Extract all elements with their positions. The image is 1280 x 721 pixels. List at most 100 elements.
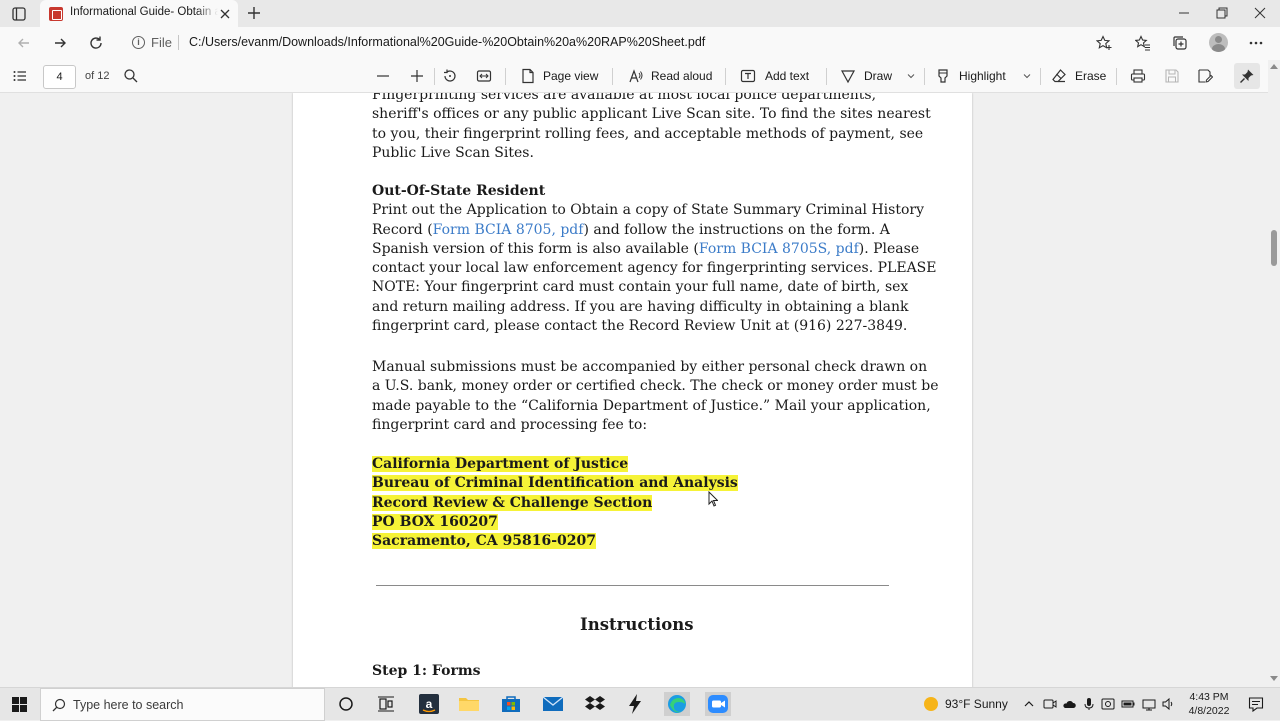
- scroll-down-icon[interactable]: [1270, 676, 1278, 682]
- chevron-down-icon[interactable]: [906, 71, 916, 81]
- vertical-scrollbar[interactable]: [1268, 60, 1280, 687]
- intro-paragraph: Fingerprinting services are available at…: [372, 93, 931, 163]
- read-aloud-icon[interactable]: [628, 68, 644, 84]
- onedrive-icon[interactable]: [1062, 697, 1076, 711]
- restore-icon[interactable]: [1215, 6, 1229, 20]
- file-explorer-icon[interactable]: [456, 692, 482, 716]
- refresh-icon[interactable]: [88, 35, 104, 51]
- draw-button[interactable]: Draw: [864, 69, 892, 83]
- close-icon[interactable]: [218, 7, 232, 21]
- divider: [1040, 68, 1041, 85]
- system-clock[interactable]: 4:43 PM 4/8/2022: [1183, 690, 1235, 718]
- draw-icon[interactable]: [840, 68, 856, 84]
- mailing-address: California Department of Justice Bureau …: [372, 455, 738, 551]
- out-of-state-section: Out-Of-State Resident Print out the Appl…: [372, 182, 937, 336]
- search-icon[interactable]: [123, 68, 139, 84]
- tab-actions-icon[interactable]: [10, 5, 28, 23]
- collections-icon[interactable]: [1172, 35, 1188, 51]
- meet-now-icon[interactable]: [1043, 697, 1057, 711]
- add-favorite-icon[interactable]: [1096, 35, 1112, 51]
- fit-to-width-icon[interactable]: [476, 68, 492, 84]
- highlighter-icon[interactable]: [935, 68, 951, 84]
- chevron-down-icon[interactable]: [1022, 71, 1032, 81]
- amazon-app-icon[interactable]: a: [416, 692, 442, 716]
- divider: [924, 68, 925, 85]
- more-options-icon[interactable]: [1248, 35, 1264, 51]
- address-bar: i File C:/Users/evanm/Downloads/Informat…: [0, 27, 1280, 60]
- back-icon[interactable]: [16, 35, 32, 51]
- mouse-cursor-icon: [708, 491, 718, 507]
- section-heading: Out-Of-State Resident: [372, 183, 546, 199]
- form-bcia-8705-link[interactable]: Form BCIA 8705, pdf: [433, 222, 584, 238]
- save-icon[interactable]: [1164, 68, 1180, 84]
- text-line: Spanish version of this form is also ava…: [372, 240, 920, 257]
- contents-list-icon[interactable]: [12, 68, 28, 84]
- horizontal-rule: [376, 585, 889, 586]
- profile-avatar[interactable]: [1209, 33, 1228, 52]
- page-count: of 12: [85, 70, 110, 82]
- browser-tab[interactable]: Informational Guide- Obtain a R: [40, 0, 238, 27]
- edge-browser-icon[interactable]: [664, 692, 690, 716]
- new-tab-icon[interactable]: [246, 5, 262, 21]
- form-bcia-8705s-link[interactable]: Form BCIA 8705S, pdf: [699, 241, 859, 257]
- site-info-icon[interactable]: i: [132, 36, 145, 49]
- page-view-icon[interactable]: [520, 68, 536, 84]
- microphone-icon[interactable]: [1082, 697, 1096, 711]
- clock-date: 4/8/2022: [1188, 705, 1230, 717]
- dropbox-icon[interactable]: [582, 692, 608, 716]
- volume-icon[interactable]: [1161, 697, 1175, 711]
- save-as-icon[interactable]: [1197, 68, 1213, 84]
- highlight-button[interactable]: Highlight: [959, 69, 1006, 83]
- microsoft-store-icon[interactable]: [498, 692, 524, 716]
- rotate-icon[interactable]: [442, 68, 458, 84]
- lightning-app-icon[interactable]: [622, 692, 648, 716]
- mail-icon[interactable]: [540, 692, 566, 716]
- pin-toolbar-button[interactable]: [1234, 63, 1260, 89]
- weather-sun-icon[interactable]: [923, 696, 939, 712]
- scrollbar-thumb[interactable]: [1271, 230, 1277, 266]
- zoom-app-icon[interactable]: [705, 692, 731, 716]
- cortana-icon[interactable]: [333, 692, 359, 716]
- chevron-up-icon[interactable]: [1022, 697, 1036, 711]
- minimize-icon[interactable]: [1177, 6, 1191, 20]
- task-view-icon[interactable]: [373, 692, 399, 716]
- url-field[interactable]: C:/Users/evanm/Downloads/Informational%2…: [189, 35, 705, 49]
- scroll-up-icon[interactable]: [1270, 63, 1278, 69]
- tab-strip: Informational Guide- Obtain a R: [0, 0, 1280, 27]
- battery-icon[interactable]: [1121, 697, 1135, 711]
- taskbar: Type here to search a 93°F Sunny 4:43 PM…: [0, 687, 1280, 721]
- window-close-icon[interactable]: [1253, 6, 1267, 20]
- weather-text[interactable]: 93°F Sunny: [945, 697, 1008, 711]
- read-aloud-button[interactable]: Read aloud: [651, 69, 712, 83]
- page-number-input[interactable]: 4: [43, 65, 76, 89]
- erase-button[interactable]: Erase: [1075, 69, 1106, 83]
- text-line: Public Live Scan Sites.: [372, 144, 534, 161]
- zoom-in-icon[interactable]: [409, 68, 425, 84]
- text-line: and return mailing address. If you are h…: [372, 298, 909, 315]
- webcam-icon[interactable]: [1101, 697, 1115, 711]
- divider: [612, 68, 613, 85]
- highlighted-address-line: California Department of Justice: [372, 456, 629, 472]
- text-line: Print out the Application to Obtain a co…: [372, 202, 925, 219]
- taskbar-search-box[interactable]: Type here to search: [40, 688, 325, 721]
- instructions-heading: Instructions: [580, 615, 694, 634]
- windows-start-icon[interactable]: [12, 697, 27, 712]
- notifications-icon[interactable]: [1248, 696, 1264, 712]
- divider: [725, 68, 726, 85]
- pdf-viewer[interactable]: Fingerprinting services are available at…: [0, 93, 1268, 687]
- favorites-icon[interactable]: [1135, 35, 1151, 51]
- forward-icon[interactable]: [52, 35, 68, 51]
- pin-icon: [1240, 69, 1254, 83]
- tab-title: Informational Guide- Obtain a R: [70, 6, 218, 18]
- network-icon[interactable]: [1142, 697, 1156, 711]
- page-view-button[interactable]: Page view: [543, 69, 598, 83]
- text-line: Manual submissions must be accompanied b…: [372, 359, 928, 375]
- print-icon[interactable]: [1130, 68, 1146, 84]
- eraser-icon[interactable]: [1051, 68, 1067, 84]
- zoom-out-icon[interactable]: [375, 68, 391, 84]
- scheme-label: File: [151, 35, 172, 50]
- add-text-icon[interactable]: [740, 68, 756, 84]
- highlighted-address-line: Bureau of Criminal Identification and An…: [372, 475, 738, 492]
- pdf-icon: [49, 7, 63, 21]
- add-text-button[interactable]: Add text: [765, 69, 809, 83]
